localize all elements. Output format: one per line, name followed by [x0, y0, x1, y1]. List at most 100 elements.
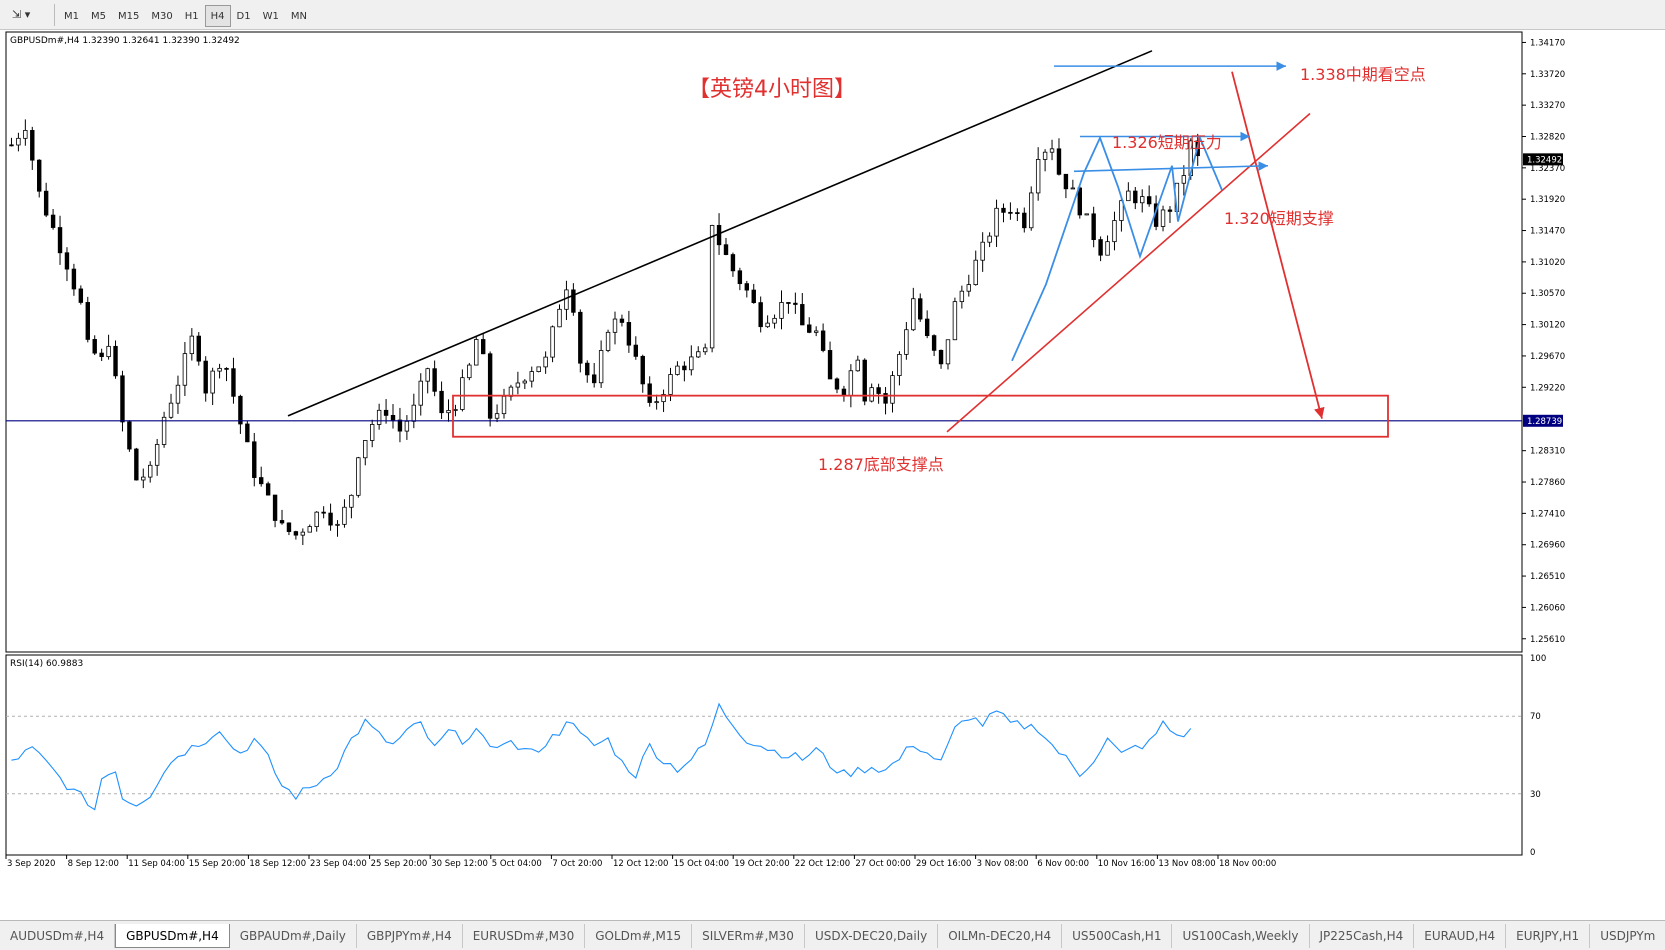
timeframe-button-h1[interactable]: H1 — [179, 5, 205, 27]
chart-tab[interactable]: USDX-DEC20,Daily — [805, 924, 939, 948]
candle-body — [605, 331, 611, 351]
candle-body — [439, 390, 444, 414]
candle-body — [120, 375, 125, 423]
rsi-header: RSI(14) 60.9883 — [10, 659, 83, 669]
candle-body — [238, 395, 243, 425]
candle-body — [1112, 220, 1117, 243]
price-tick-label: 1.33270 — [1530, 101, 1565, 111]
candle-body — [23, 130, 28, 139]
candle-body — [598, 350, 604, 384]
timeframe-button-h4[interactable]: H4 — [204, 5, 231, 27]
candle-body — [848, 370, 854, 396]
candle-body — [252, 441, 257, 478]
chart-tab[interactable]: OILMn-DEC20,H4 — [938, 924, 1063, 948]
candle-body — [1160, 209, 1166, 227]
price-tick-label: 1.29670 — [1530, 352, 1565, 362]
chart-tab[interactable]: EURAUD,H4 — [1414, 924, 1507, 948]
chart-tab[interactable]: US100Cash,Weekly — [1172, 924, 1310, 948]
price-tick-label: 1.32820 — [1530, 132, 1565, 142]
label-1320: 1.320短期支撑 — [1224, 209, 1334, 228]
chart-tab[interactable]: GBPAUDm#,Daily — [230, 924, 357, 948]
chart-tab[interactable]: JP225Cash,H4 — [1310, 924, 1415, 948]
candle-body — [113, 345, 118, 377]
time-tick-label: 27 Oct 00:00 — [855, 859, 910, 869]
candle-body — [557, 308, 562, 328]
candle-body — [342, 506, 347, 525]
candle-body — [390, 414, 396, 421]
candle-body — [71, 268, 77, 290]
time-tick-label: 22 Oct 12:00 — [795, 859, 850, 869]
candle-body — [37, 159, 42, 192]
timeframe-button-m30[interactable]: M30 — [145, 5, 178, 27]
time-tick-label: 29 Oct 16:00 — [916, 859, 971, 869]
timeframe-button-mn[interactable]: MN — [285, 5, 313, 27]
chart-tab[interactable]: US500Cash,H1 — [1062, 924, 1173, 948]
candle-body — [300, 531, 306, 536]
candle-body — [1133, 190, 1138, 204]
candle-body — [515, 382, 521, 388]
chart-tab[interactable]: AUDUSDm#,H4 — [0, 924, 116, 948]
cursor-tools-icon: ⇲ ▾ — [12, 8, 31, 21]
candle-body — [973, 259, 978, 286]
candle-body — [869, 387, 874, 402]
price-tick-label: 1.31470 — [1530, 227, 1565, 237]
candle-body — [696, 351, 701, 358]
timeframe-button-d1[interactable]: D1 — [231, 5, 257, 27]
candle-body — [550, 326, 555, 358]
rsi-tick-label: 30 — [1530, 790, 1541, 800]
price-tick-label: 1.31020 — [1530, 258, 1565, 268]
timeframe-button-m5[interactable]: M5 — [85, 5, 112, 27]
chart-tab[interactable]: SILVERm#,M30 — [692, 924, 805, 948]
chart-window[interactable]: 【英镑4小时图】 1.338中期看空点 1.326短期压力 1.320短期支撑 1.28… — [0, 30, 1665, 920]
candle-body — [57, 227, 63, 254]
candle-body — [134, 448, 139, 481]
candle-body — [938, 349, 944, 365]
candle-body — [897, 353, 902, 376]
price-chart[interactable]: 【英镑4小时图】 1.338中期看空点 1.326短期压力 1.320短期支撑 1.28… — [0, 30, 1665, 920]
chart-tab[interactable]: GBPUSDm#,H4 — [115, 924, 230, 948]
candle-body — [841, 388, 847, 396]
candle-body — [64, 252, 70, 270]
chart-tab[interactable]: EURJPY,H1 — [1506, 924, 1591, 948]
candle-body — [668, 374, 673, 395]
candle-body — [959, 290, 965, 303]
candle-body — [800, 304, 805, 326]
candle-body — [196, 335, 201, 362]
chart-tab[interactable]: USDJPYm — [1590, 924, 1665, 948]
time-tick-label: 15 Sep 20:00 — [189, 859, 246, 869]
candle-body — [210, 370, 215, 394]
candle-body — [383, 409, 389, 416]
price-tick-label: 1.34170 — [1530, 38, 1565, 48]
candle-body — [293, 531, 299, 536]
candle-body — [904, 329, 909, 355]
candle-body — [307, 526, 312, 533]
price-tick-label: 1.33720 — [1530, 70, 1565, 80]
candle-body — [633, 344, 639, 357]
time-tick-label: 25 Sep 20:00 — [371, 859, 428, 869]
time-tick-label: 30 Sep 12:00 — [431, 859, 488, 869]
chart-tools-dropdown[interactable]: ⇲ ▾ — [8, 5, 48, 25]
candle-body — [827, 350, 833, 380]
candle-body — [1077, 187, 1082, 216]
candle-body — [453, 409, 458, 411]
candle-body — [224, 367, 229, 370]
candle-body — [876, 387, 881, 394]
rsi-tick-label: 70 — [1530, 712, 1541, 722]
candle-body — [1091, 213, 1096, 241]
price-tick-label: 1.26060 — [1530, 603, 1565, 613]
time-tick-label: 23 Sep 04:00 — [310, 859, 367, 869]
timeframe-button-m15[interactable]: M15 — [112, 5, 145, 27]
candle-body — [723, 244, 729, 255]
chart-tab[interactable]: GOLDm#,M15 — [585, 924, 693, 948]
candle-body — [987, 235, 992, 243]
candle-body — [43, 190, 49, 216]
candle-body — [758, 302, 763, 328]
time-tick-label: 3 Nov 08:00 — [977, 859, 1029, 869]
candle-body — [411, 404, 417, 422]
price-axis: 1.341701.337201.332701.328201.323701.319… — [1522, 38, 1565, 645]
chart-tab[interactable]: GBPJPYm#,H4 — [357, 924, 463, 948]
candle-body — [467, 364, 472, 379]
timeframe-button-m1[interactable]: M1 — [58, 5, 85, 27]
chart-tab[interactable]: EURUSDm#,M30 — [463, 924, 586, 948]
timeframe-button-w1[interactable]: W1 — [257, 5, 285, 27]
